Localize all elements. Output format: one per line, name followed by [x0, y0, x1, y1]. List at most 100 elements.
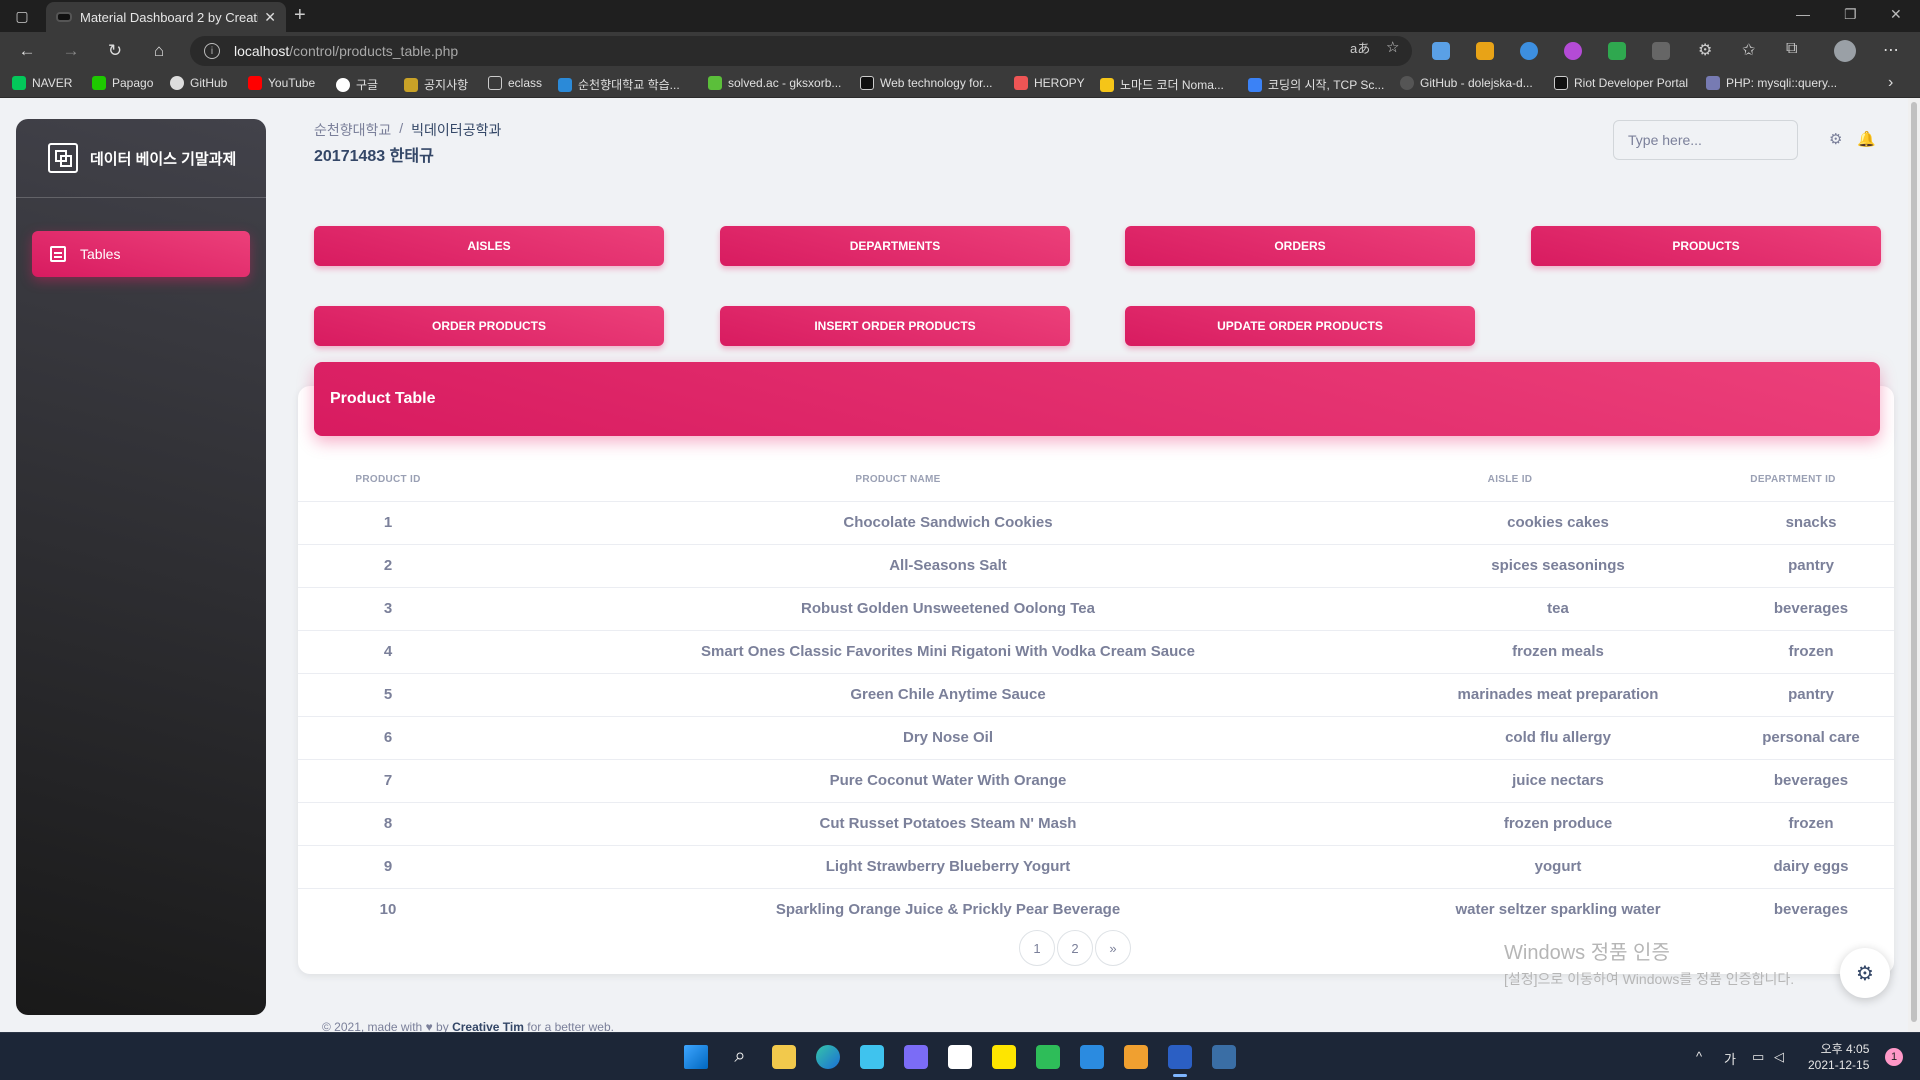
bookmark-riot[interactable]: Riot Developer Portal [1554, 76, 1688, 90]
department-cell: dairy eggs [1773, 858, 1849, 875]
network-icon[interactable]: ▭ [1752, 1049, 1764, 1065]
app-git-icon[interactable] [904, 1045, 928, 1069]
app-diamond-icon[interactable] [1036, 1045, 1060, 1069]
sidebar-item-tables[interactable]: Tables [32, 231, 250, 277]
extensions-puzzle-icon[interactable]: ⚙ [1698, 40, 1712, 60]
window-close-icon[interactable]: ✕ [1890, 6, 1902, 23]
bookmark-github-dolejska[interactable]: GitHub - dolejska-d... [1400, 76, 1533, 90]
search-taskbar-icon[interactable]: ⌕ [728, 1045, 752, 1069]
address-bar[interactable]: i localhost/control/products_table.php [190, 36, 1412, 66]
app-orange-icon[interactable] [1124, 1045, 1148, 1069]
read-aloud-icon[interactable]: aあ [1350, 38, 1370, 57]
browser-tab-bar: ▢ Material Dashboard 2 by Creativ... ✕ +… [0, 0, 1920, 32]
clock-time: 오후 4:05 [1820, 1042, 1870, 1056]
breadcrumb-root[interactable]: 순천향대학교 [314, 120, 391, 140]
extension-green-icon[interactable] [1608, 42, 1626, 60]
bookmarks-more-icon[interactable]: › [1888, 74, 1893, 92]
ime-indicator[interactable]: 가 [1724, 1049, 1736, 1068]
extension-pen-icon[interactable] [1432, 42, 1450, 60]
page-scrollbar[interactable] [1908, 98, 1920, 1032]
departments-button[interactable]: DEPARTMENTS [720, 226, 1070, 266]
bookmark-naver[interactable]: NAVER [12, 76, 72, 90]
notion-icon[interactable] [948, 1045, 972, 1069]
bookmark-papago[interactable]: Papago [92, 76, 153, 90]
extension-cloud-icon[interactable] [1520, 42, 1538, 60]
kakaotalk-icon[interactable] [992, 1045, 1016, 1069]
home-icon[interactable]: ⌂ [148, 40, 170, 62]
search-input[interactable] [1628, 132, 1788, 148]
restore-icon[interactable]: ❐ [1844, 6, 1857, 23]
notification-badge[interactable]: 1 [1885, 1048, 1903, 1066]
bookmark-mdn[interactable]: Web technology for... [860, 76, 993, 90]
clock-date: 2021-12-15 [1808, 1058, 1870, 1072]
collections-icon[interactable]: ⧉ [1786, 40, 1797, 58]
clock[interactable]: 오후 4:05 2021-12-15 [1808, 1041, 1869, 1073]
bookmark-solved[interactable]: solved.ac - gksxorb... [708, 76, 841, 90]
tray-chevron-icon[interactable]: ^ [1696, 1049, 1702, 1064]
browser-tab[interactable]: Material Dashboard 2 by Creativ... ✕ [46, 2, 286, 32]
vscode-icon[interactable] [1080, 1045, 1104, 1069]
reload-icon[interactable]: ↻ [104, 40, 126, 62]
extension-n-icon[interactable] [1652, 42, 1670, 60]
footer-author-link[interactable]: Creative Tim [452, 1020, 524, 1032]
more-menu-icon[interactable]: ⋯ [1883, 40, 1899, 60]
bookmark-notice[interactable]: 공지사항 [404, 76, 468, 93]
orders-button[interactable]: ORDERS [1125, 226, 1475, 266]
app-bird-icon[interactable] [860, 1045, 884, 1069]
bookmark-tcp[interactable]: 코딩의 시작, TCP Sc... [1248, 76, 1384, 93]
order-products-button[interactable]: ORDER PRODUCTS [314, 306, 664, 346]
aisle-cell: cold flu allergy [1505, 729, 1611, 746]
file-explorer-icon[interactable] [772, 1045, 796, 1069]
forward-icon[interactable]: → [60, 40, 82, 62]
bookmark-eclass[interactable]: eclass [488, 76, 542, 90]
tab-actions-icon[interactable]: ▢ [12, 6, 32, 26]
footer-suffix: for a better web. [527, 1020, 614, 1032]
word-icon[interactable] [1168, 1045, 1192, 1069]
page-2-button[interactable]: 2 [1057, 930, 1093, 966]
app-blue-icon[interactable] [1212, 1045, 1236, 1069]
insert-order-products-button[interactable]: INSERT ORDER PRODUCTS [720, 306, 1070, 346]
back-icon[interactable]: ← [16, 40, 38, 62]
scrollbar-thumb[interactable] [1911, 102, 1917, 1022]
profile-avatar[interactable] [1834, 40, 1856, 62]
products-button[interactable]: PRODUCTS [1531, 226, 1881, 266]
next-page-button[interactable]: » [1095, 930, 1131, 966]
start-icon[interactable] [684, 1045, 708, 1069]
configurator-gear-button[interactable]: ⚙ [1840, 948, 1890, 998]
volume-icon[interactable]: ◁ [1774, 1049, 1784, 1065]
extension-r-icon[interactable] [1564, 42, 1582, 60]
favorites-icon[interactable]: ✩ [1742, 40, 1755, 60]
watermark-subtitle: [설정]으로 이동하여 Windows를 정품 인증합니다. [1504, 971, 1795, 987]
settings-gear-icon[interactable]: ⚙ [1829, 130, 1845, 148]
page-1-button[interactable]: 1 [1019, 930, 1055, 966]
minimize-icon[interactable]: — [1796, 6, 1810, 22]
site-info-icon[interactable]: i [204, 43, 220, 59]
new-tab-icon[interactable]: + [294, 4, 306, 27]
extension-flag-icon[interactable] [1476, 42, 1494, 60]
edge-icon[interactable] [816, 1045, 840, 1069]
bookmark-nomad[interactable]: 노마드 코더 Noma... [1100, 76, 1224, 93]
brand-title: 데이터 베이스 기말과제 [90, 150, 237, 168]
tab-close-icon[interactable]: ✕ [264, 9, 276, 26]
bookmark-github[interactable]: GitHub [170, 76, 227, 90]
windows-activation-watermark: Windows 정품 인증 [설정]으로 이동하여 Windows를 정품 인증… [1504, 936, 1794, 989]
database-logo-icon [48, 143, 78, 173]
bookmark-heropy[interactable]: HEROPY [1014, 76, 1085, 90]
notification-bell-icon[interactable]: 🔔 [1857, 130, 1876, 148]
favorite-star-icon[interactable]: ☆ [1386, 38, 1399, 56]
sidebar-brand[interactable]: 데이터 베이스 기말과제 [16, 119, 266, 197]
aisles-button[interactable]: AISLES [314, 226, 664, 266]
bookmark-sch[interactable]: 순천향대학교 학습... [558, 76, 680, 93]
search-box[interactable] [1613, 120, 1798, 160]
bookmark-php[interactable]: PHP: mysqli::query... [1706, 76, 1837, 90]
department-cell: personal care [1762, 729, 1860, 746]
product-name-cell: Sparkling Orange Juice & Prickly Pear Be… [775, 901, 1121, 918]
page-content: 데이터 베이스 기말과제 Tables 순천향대학교 / 빅데이터공학과 201… [0, 98, 1920, 1032]
product-name-cell: Dry Nose Oil [902, 729, 994, 746]
bookmark-google[interactable]: 구글 [336, 76, 378, 93]
footer-prefix: © 2021, made with [322, 1020, 423, 1032]
table-row: 3 Robust Golden Unsweetened Oolong Tea t… [298, 587, 1894, 630]
department-cell: frozen [1788, 643, 1834, 660]
update-order-products-button[interactable]: UPDATE ORDER PRODUCTS [1125, 306, 1475, 346]
bookmark-youtube[interactable]: YouTube [248, 76, 315, 90]
